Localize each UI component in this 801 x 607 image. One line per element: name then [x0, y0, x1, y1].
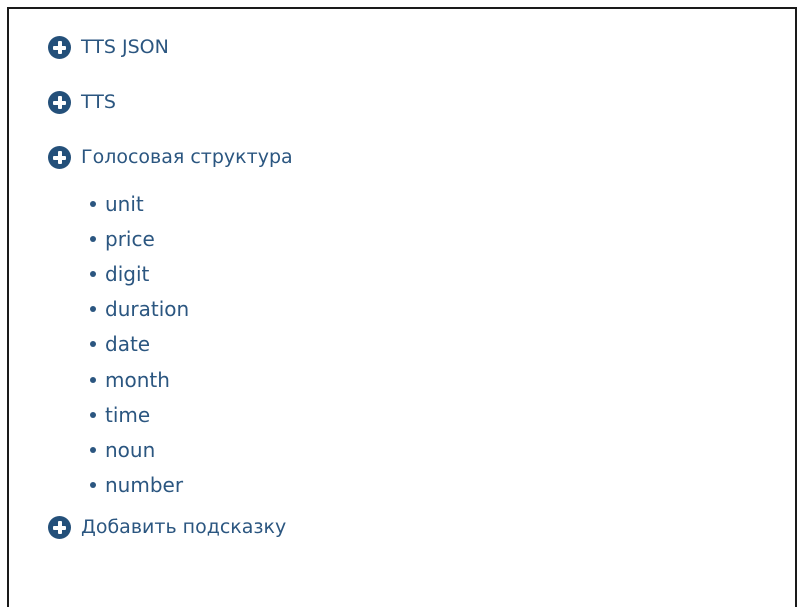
bullet-icon — [90, 446, 96, 453]
add-hint-button[interactable]: Добавить подсказку — [48, 516, 286, 539]
list-item-label[interactable]: duration — [105, 299, 189, 319]
tree-item-voice-structure[interactable]: Голосовая структура — [48, 146, 293, 169]
list-item-label[interactable]: price — [105, 229, 155, 249]
tree-item-label[interactable]: Голосовая структура — [81, 148, 293, 167]
list-item-label[interactable]: number — [105, 475, 183, 495]
list-item-label[interactable]: digit — [105, 264, 149, 284]
list-item-price[interactable]: price — [90, 221, 189, 256]
plus-circle-icon[interactable] — [48, 516, 71, 539]
bullet-icon — [90, 306, 96, 313]
voice-structure-list: unit price digit duration date month tim… — [90, 186, 189, 503]
list-item-month[interactable]: month — [90, 362, 189, 397]
plus-circle-icon[interactable] — [48, 146, 71, 169]
list-item-unit[interactable]: unit — [90, 186, 189, 221]
add-hint-label[interactable]: Добавить подсказку — [81, 518, 286, 537]
bullet-icon — [90, 482, 96, 489]
list-item-date[interactable]: date — [90, 327, 189, 362]
bullet-icon — [90, 200, 96, 207]
list-item-duration[interactable]: duration — [90, 292, 189, 327]
plus-circle-icon[interactable] — [48, 91, 71, 114]
bullet-icon — [90, 270, 96, 277]
list-item-noun[interactable]: noun — [90, 432, 189, 467]
list-item-digit[interactable]: digit — [90, 256, 189, 291]
bullet-icon — [90, 341, 96, 348]
list-item-label[interactable]: noun — [105, 440, 155, 460]
list-item-label[interactable]: unit — [105, 194, 144, 214]
list-item-number[interactable]: number — [90, 468, 189, 503]
bullet-icon — [90, 376, 96, 383]
tree-item-tts-json[interactable]: TTS JSON — [48, 36, 169, 59]
list-item-label[interactable]: month — [105, 370, 170, 390]
tree-item-label[interactable]: TTS JSON — [81, 38, 169, 57]
tree-item-label[interactable]: TTS — [81, 93, 116, 112]
tree-item-tts[interactable]: TTS — [48, 91, 116, 114]
list-item-time[interactable]: time — [90, 397, 189, 432]
list-item-label[interactable]: time — [105, 405, 150, 425]
bullet-icon — [90, 235, 96, 242]
bullet-icon — [90, 411, 96, 418]
list-item-label[interactable]: date — [105, 334, 150, 354]
plus-circle-icon[interactable] — [48, 36, 71, 59]
